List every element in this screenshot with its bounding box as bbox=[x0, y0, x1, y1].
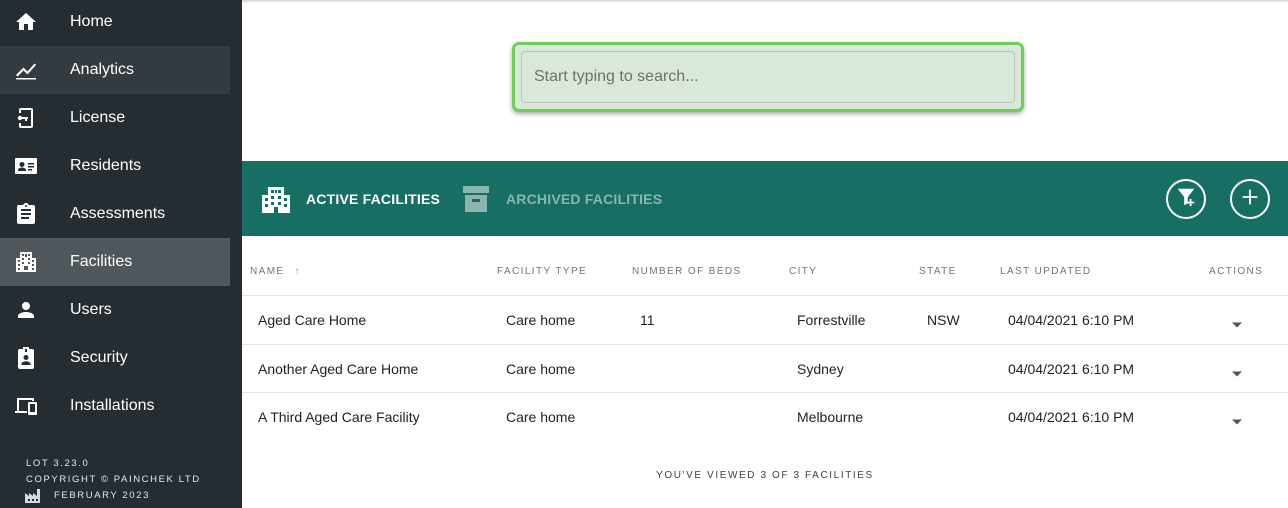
search-container bbox=[512, 42, 1024, 112]
security-icon bbox=[14, 346, 38, 370]
column-header-facility-type[interactable]: FACILITY TYPE bbox=[497, 266, 587, 278]
cell-city: Melbourne bbox=[797, 409, 864, 425]
sidebar-item-label: Security bbox=[70, 349, 128, 366]
installations-icon bbox=[14, 394, 38, 418]
cell-last-updated: 04/04/2021 6:10 PM bbox=[1008, 361, 1135, 377]
factory-icon bbox=[25, 489, 41, 503]
cell-name: Another Aged Care Home bbox=[258, 361, 419, 377]
sidebar-item-facilities[interactable]: Facilities bbox=[0, 238, 230, 286]
sidebar-item-label: Home bbox=[70, 13, 113, 30]
search-field-wrapper bbox=[521, 51, 1015, 103]
tab-label: ACTIVE FACILITIES bbox=[306, 190, 441, 207]
cell-beds: 11 bbox=[640, 312, 655, 328]
results-count-text: YOU'VE VIEWED 3 OF 3 FACILITIES bbox=[656, 470, 874, 481]
filter-add-button[interactable] bbox=[1166, 179, 1206, 219]
sidebar-item-analytics[interactable]: Analytics bbox=[0, 46, 230, 94]
archive-box-icon bbox=[460, 183, 492, 215]
users-icon bbox=[14, 298, 38, 322]
filter-add-icon bbox=[1175, 186, 1197, 213]
tab-active-facilities[interactable]: ACTIVE FACILITIES bbox=[260, 161, 440, 236]
facilities-tabbar: ACTIVE FACILITIES ARCHIVED FACILITIES bbox=[242, 161, 1288, 236]
app-version: LOT 3.23.0 bbox=[26, 458, 90, 469]
sort-ascending-icon: ↑ bbox=[294, 266, 301, 277]
sidebar-item-license[interactable]: License bbox=[0, 94, 230, 142]
sidebar-item-label: License bbox=[70, 109, 126, 126]
sidebar: Home Analytics License Residents Assessm bbox=[0, 0, 242, 508]
sidebar-item-installations[interactable]: Installations bbox=[0, 382, 230, 430]
cell-type: Care home bbox=[506, 409, 576, 425]
sidebar-item-security[interactable]: Security bbox=[0, 334, 230, 382]
sidebar-item-label: Analytics bbox=[70, 61, 135, 78]
app-root: Home Analytics License Residents Assessm bbox=[0, 0, 1288, 508]
home-icon bbox=[14, 10, 38, 34]
sidebar-item-assessments[interactable]: Assessments bbox=[0, 190, 230, 238]
search-input[interactable] bbox=[522, 52, 1014, 102]
column-header-beds[interactable]: NUMBER OF BEDS bbox=[632, 266, 742, 278]
assessments-icon bbox=[14, 202, 38, 226]
cell-state: NSW bbox=[927, 312, 960, 328]
column-header-state[interactable]: STATE bbox=[919, 266, 957, 278]
sidebar-item-label: Assessments bbox=[70, 205, 166, 222]
sidebar-item-label: Users bbox=[70, 301, 112, 318]
license-icon bbox=[14, 106, 38, 130]
residents-icon bbox=[14, 154, 38, 178]
column-header-last-updated[interactable]: LAST UPDATED bbox=[1000, 266, 1091, 278]
table-divider bbox=[242, 344, 1288, 345]
cell-name: Aged Care Home bbox=[258, 312, 367, 328]
row-actions-dropdown-icon[interactable] bbox=[1231, 365, 1243, 377]
column-header-city[interactable]: CITY bbox=[789, 266, 817, 278]
cell-city: Forrestville bbox=[797, 312, 866, 328]
column-header-name[interactable]: NAME ↑ bbox=[250, 266, 301, 278]
cell-name: A Third Aged Care Facility bbox=[258, 409, 420, 425]
analytics-icon bbox=[14, 58, 38, 82]
sidebar-item-users[interactable]: Users bbox=[0, 286, 230, 334]
cell-type: Care home bbox=[506, 361, 576, 377]
plus-icon bbox=[1239, 186, 1261, 213]
tab-label: ARCHIVED FACILITIES bbox=[506, 190, 663, 207]
sidebar-item-label: Facilities bbox=[70, 253, 133, 270]
sidebar-item-label: Installations bbox=[70, 397, 155, 414]
sidebar-item-label: Residents bbox=[70, 157, 142, 174]
cell-type: Care home bbox=[506, 312, 576, 328]
add-facility-button[interactable] bbox=[1230, 179, 1270, 219]
hospital-building-icon bbox=[260, 183, 292, 215]
top-divider bbox=[242, 0, 1288, 3]
table-divider bbox=[242, 295, 1288, 296]
sidebar-item-home[interactable]: Home bbox=[0, 0, 230, 46]
cell-last-updated: 04/04/2021 6:10 PM bbox=[1008, 409, 1135, 425]
facilities-icon bbox=[14, 250, 38, 274]
copyright-text: COPYRIGHT © PAINCHEK LTD bbox=[26, 474, 201, 485]
row-actions-dropdown-icon[interactable] bbox=[1231, 413, 1243, 425]
cell-last-updated: 04/04/2021 6:10 PM bbox=[1008, 312, 1135, 328]
sidebar-item-residents[interactable]: Residents bbox=[0, 142, 230, 190]
column-header-actions: ACTIONS bbox=[1209, 266, 1264, 277]
tab-archived-facilities[interactable]: ARCHIVED FACILITIES bbox=[460, 161, 662, 236]
table-divider bbox=[242, 392, 1288, 393]
release-date: FEBRUARY 2023 bbox=[54, 490, 150, 501]
row-actions-dropdown-icon[interactable] bbox=[1231, 316, 1243, 328]
cell-city: Sydney bbox=[797, 361, 844, 377]
